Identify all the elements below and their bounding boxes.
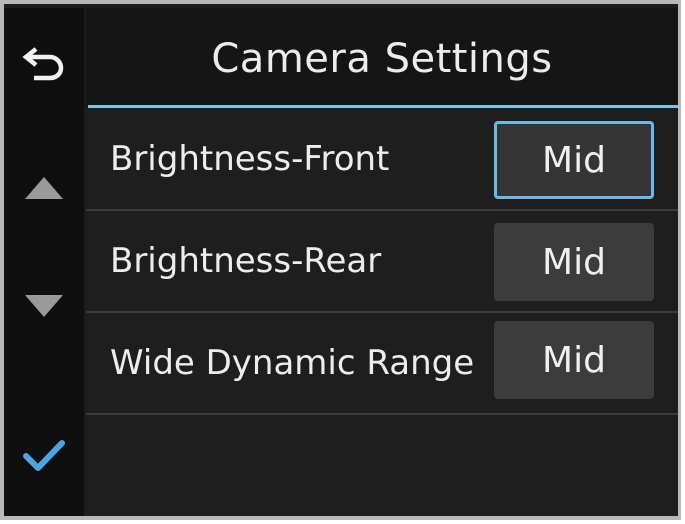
- page-title: Camera Settings: [211, 36, 553, 82]
- header-divider: [88, 105, 678, 108]
- setting-label: Brightness-Front: [110, 139, 390, 179]
- setting-label: Wide Dynamic Range: [110, 343, 475, 383]
- scroll-down-button[interactable]: [4, 278, 84, 334]
- setting-label: Brightness-Rear: [110, 241, 382, 281]
- triangle-down-icon: [25, 295, 63, 317]
- sidebar: [4, 8, 84, 516]
- confirm-button[interactable]: [4, 428, 84, 484]
- setting-row-wide-dynamic-range[interactable]: Wide Dynamic Range Mid: [86, 313, 678, 415]
- empty-list-area: [86, 415, 678, 516]
- triangle-up-icon: [25, 177, 63, 199]
- header: Camera Settings: [86, 8, 678, 106]
- settings-panel: Camera Settings Brightness-Front Mid Bri…: [86, 8, 678, 516]
- checkmark-icon: [23, 440, 65, 471]
- scroll-up-button[interactable]: [4, 160, 84, 216]
- setting-value-button[interactable]: Mid: [494, 223, 654, 301]
- back-arrow-icon: [22, 47, 64, 81]
- setting-value-button[interactable]: Mid: [494, 321, 654, 399]
- setting-row-brightness-rear[interactable]: Brightness-Rear Mid: [86, 211, 678, 313]
- back-button[interactable]: [4, 34, 84, 90]
- setting-value-button[interactable]: Mid: [494, 121, 654, 199]
- setting-row-brightness-front[interactable]: Brightness-Front Mid: [86, 109, 678, 211]
